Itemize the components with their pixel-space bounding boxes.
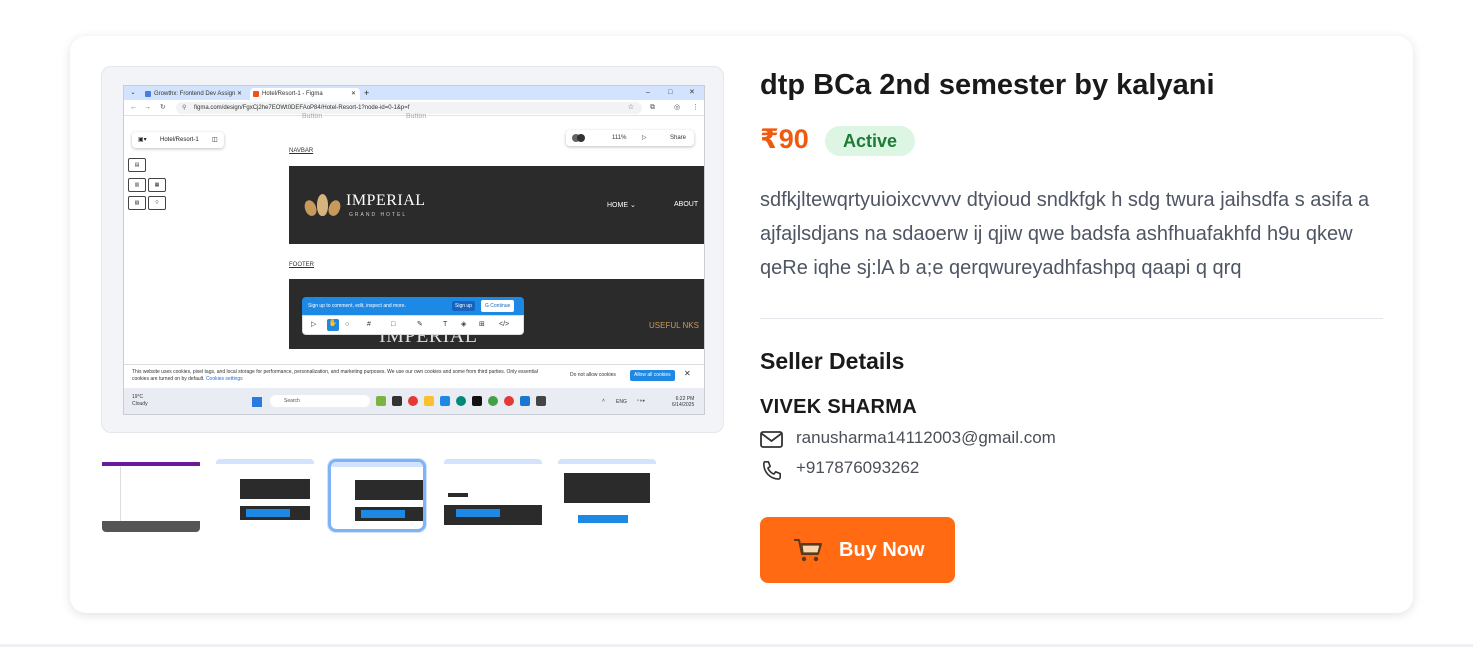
main-product-image: ⌄ Growthx: Frontend Dev Assign ✕ Hotel/Re… (123, 85, 705, 415)
navbar-label: NAVBAR (289, 148, 314, 154)
close-icon: ✕ (689, 89, 695, 96)
thumbnail[interactable] (102, 459, 200, 532)
hand-icon: ✋ (327, 319, 339, 331)
maximize-icon: □ (668, 89, 673, 96)
cart-icon (794, 539, 822, 562)
sidebar-toggle-icon: ◫ (212, 137, 218, 143)
browser-tab-strip: ⌄ Growthx: Frontend Dev Assign ✕ Hotel/Re… (124, 86, 704, 100)
play-icon: ▷ (642, 135, 647, 141)
close-icon: ✕ (236, 91, 242, 97)
figma-canvas: Button Button ▣▾ Hotel/Resort-1 ◫ ▤ ▥ ▦ … (124, 113, 704, 388)
cookie-banner: This website uses cookies, pixel tags, a… (124, 364, 704, 388)
footer-label: FOOTER (289, 262, 314, 268)
car-icon: ▥ (128, 178, 146, 192)
ghost-button-text: Button (406, 113, 427, 120)
taskbar-search: Search (270, 395, 370, 407)
navbar-frame: IMPERIAL GRAND HOTEL HOME ⌄ ABOUT (289, 166, 704, 244)
figma-menu-icon: ▣▾ (138, 137, 147, 143)
forward-icon: → (144, 104, 151, 111)
ghost-button-text: Button (302, 113, 323, 120)
site-info-icon: ⚲ (182, 105, 187, 111)
figma-share-bar: 111% ▷ Share (566, 130, 694, 146)
pen-icon: ✎ (417, 321, 423, 328)
product-title: dtp BCa 2nd semester by kalyani (760, 69, 1215, 101)
figma-toolbar: ▷ ✋ ○ # □ ✎ T ◈ ⊞ </> (302, 315, 524, 335)
reload-icon: ↻ (160, 104, 166, 111)
frame-icon: # (367, 321, 371, 328)
chrome-icon (504, 396, 514, 406)
folder-icon (424, 396, 434, 406)
nav-home: HOME ⌄ (607, 202, 636, 209)
tab-list-icon: ⌄ (130, 90, 136, 96)
extension-icon: ⧉ (650, 104, 655, 111)
cursor-icon: ▷ (311, 321, 317, 328)
thumbnail-selected[interactable] (328, 459, 426, 532)
comment-icon: ○ (345, 321, 350, 328)
browser-tab: Hotel/Resort-1 - Figma ✕ (250, 88, 360, 100)
menu-icon: ⋮ (692, 104, 699, 111)
spotify-icon (488, 396, 498, 406)
close-icon: ✕ (684, 369, 691, 378)
browser-tab: Growthx: Frontend Dev Assign ✕ (142, 88, 246, 100)
wifi-icon: ⌔ (148, 196, 166, 210)
product-description: sdfkjltewqrtyuioixcvvvv dtyioud sndkfgk … (760, 189, 1370, 279)
app-icon (536, 396, 546, 406)
google-icon: G (485, 303, 489, 309)
main-image-frame[interactable]: ⌄ Growthx: Frontend Dev Assign ✕ Hotel/Re… (101, 66, 724, 433)
windows-icon (252, 397, 262, 407)
nav-about: ABOUT (674, 201, 699, 208)
new-tab-icon: + (364, 88, 370, 98)
minimize-icon: – (646, 89, 650, 96)
thumbnail[interactable] (558, 459, 656, 532)
component-icon: ◈ (461, 321, 467, 328)
thumbnail[interactable] (444, 459, 542, 532)
tray-chevron-icon: ˄ (602, 398, 605, 404)
figma-file-bar: ▣▾ Hotel/Resort-1 ◫ (132, 132, 224, 148)
avatar (577, 134, 585, 142)
canvas-icon-cluster: ▤ ▥ ▦ ▧ ⌔ (126, 156, 170, 226)
chevron-down-icon: ⌄ (629, 202, 636, 209)
hotel-icon: ▤ (128, 158, 146, 172)
seller-name: VIVEK SHARMA (760, 396, 917, 418)
close-icon: ✕ (350, 91, 356, 97)
status-badge: Active (825, 126, 916, 156)
product-card: ⌄ Growthx: Frontend Dev Assign ✕ Hotel/Re… (70, 36, 1413, 613)
hotel-logo-icon (302, 192, 343, 218)
signup-banner: Sign up to comment, edit, inspect and mo… (302, 297, 524, 315)
bed-icon: ▧ (128, 196, 146, 210)
app-icon (456, 396, 466, 406)
thumbnail[interactable] (216, 459, 314, 532)
product-price: ₹90 (760, 124, 809, 154)
car-icon: ▦ (148, 178, 166, 192)
weather-widget: 19°C Cloudy (132, 394, 148, 407)
wifi-icon: ◔◑◕ (636, 398, 646, 404)
vscode-icon (440, 396, 450, 406)
rectangle-icon: □ (391, 321, 396, 328)
actions-icon: ⊞ (479, 321, 485, 328)
text-icon: T (443, 321, 448, 328)
star-icon: ☆ (627, 104, 634, 111)
chrome-icon (408, 396, 418, 406)
phone-icon (763, 461, 782, 480)
code-icon: </> (499, 321, 510, 328)
docs-icon (145, 91, 151, 97)
back-icon: ← (130, 104, 137, 111)
clock: 6:22 PM 6/14/2025 (672, 396, 695, 408)
app-icon (376, 396, 386, 406)
buy-now-button[interactable]: Buy Now (760, 517, 955, 583)
app-icon (520, 396, 530, 406)
seller-heading: Seller Details (760, 348, 905, 374)
mail-icon (760, 431, 783, 448)
app-icon (392, 396, 402, 406)
figma-icon (253, 91, 259, 97)
windows-taskbar: 19°C Cloudy Search ˄ ENG ◔◑◕ 6:22 PM 6/14/… (124, 388, 704, 414)
divider (760, 318, 1383, 319)
terminal-icon (472, 396, 482, 406)
profile-icon: ◎ (674, 104, 681, 111)
